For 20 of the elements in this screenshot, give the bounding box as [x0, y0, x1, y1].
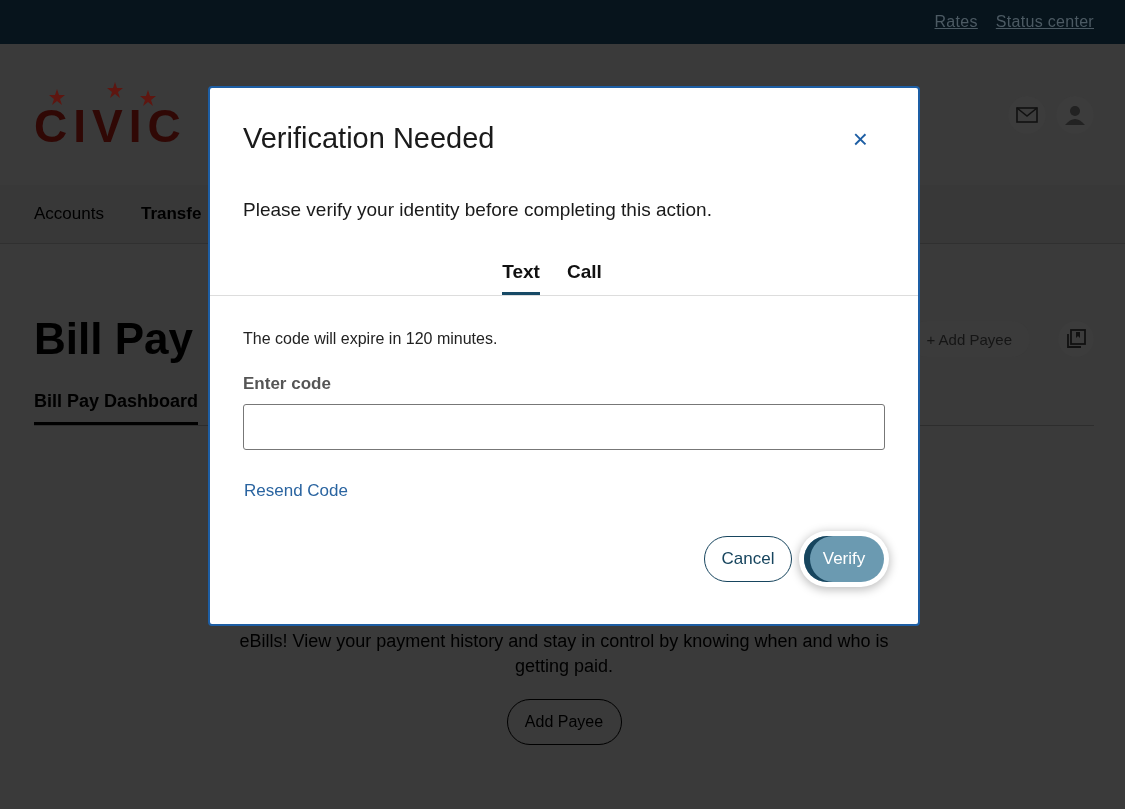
page-title: Bill Pay	[34, 314, 193, 364]
cancel-button[interactable]: Cancel	[704, 536, 792, 582]
code-field[interactable]	[243, 404, 885, 450]
user-icon	[1065, 104, 1085, 125]
dialog-tab[interactable]: Call	[566, 261, 602, 295]
nav-item[interactable]: Accounts	[34, 204, 104, 224]
dialog-tab[interactable]: Text	[502, 261, 540, 295]
close-button[interactable]: ×	[846, 124, 874, 153]
expiry-note: The code will expire in 120 minutes.	[243, 330, 498, 348]
dialog-message: Please verify your identity before completing this action.	[243, 199, 713, 221]
empty-message: eBills! View your payment history and stay in control by knowing when and who is getting paid.	[238, 630, 890, 678]
mail-icon	[1016, 106, 1038, 123]
page-tab[interactable]: Bill Pay Dashboard	[34, 383, 199, 425]
copy-icon	[1066, 329, 1086, 349]
dialog-title: Verification Needed	[243, 122, 495, 155]
top-link[interactable]: Status center	[995, 13, 1094, 31]
nav-item[interactable]: Transfe	[140, 204, 202, 224]
resend-link[interactable]: Resend Code	[244, 481, 348, 501]
top-link[interactable]: Rates	[934, 13, 978, 31]
field-label: Enter code	[243, 374, 331, 394]
